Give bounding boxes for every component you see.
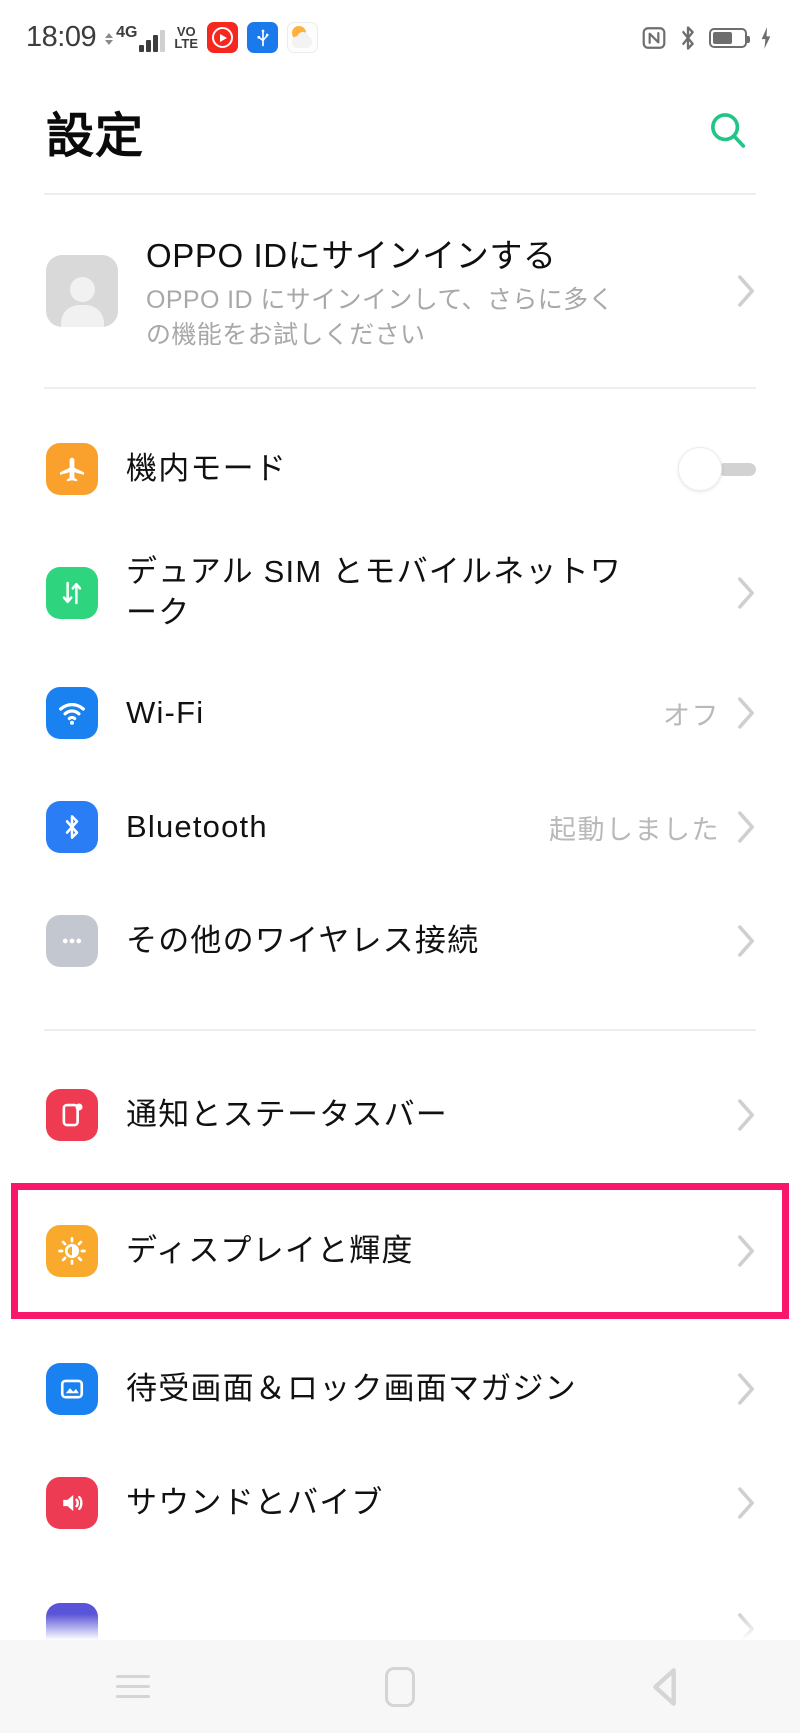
- settings-row-wallpaper-lockscreen[interactable]: 待受画面＆ロック画面マガジン: [0, 1337, 800, 1441]
- notification-icon: [46, 1089, 98, 1141]
- chevron-right-icon: [738, 1487, 754, 1519]
- home-button[interactable]: [340, 1657, 460, 1717]
- avatar: [46, 255, 118, 327]
- account-title: OPPO IDにサインインする: [146, 236, 557, 274]
- network-type-label: 4G: [116, 23, 138, 41]
- youtube-icon: [207, 22, 239, 53]
- toggle-track: [718, 462, 756, 476]
- account-text-block: OPPO IDにサインインする OPPO ID にサインインして、さらに多くの機…: [146, 229, 718, 354]
- settings-row-label: デュアル SIM とモバイルネットワーク: [126, 554, 623, 630]
- signal-updown-icon: [105, 26, 114, 52]
- more-dots-icon: [46, 915, 98, 967]
- charging-bolt-icon: [761, 26, 771, 49]
- airplane-mode-toggle[interactable]: [678, 447, 756, 491]
- sound-icon: [46, 1477, 98, 1529]
- recents-button[interactable]: [73, 1657, 193, 1717]
- battery-icon: [709, 27, 750, 48]
- nfc-icon: [642, 26, 666, 49]
- chevron-right-icon: [738, 1099, 754, 1131]
- recents-icon: [116, 1675, 151, 1698]
- chevron-right-icon: [738, 275, 754, 307]
- arrow-up-icon: [105, 32, 114, 38]
- navigation-bar: [0, 1640, 800, 1733]
- search-icon: [711, 113, 746, 148]
- chevron-right-icon: [738, 1373, 754, 1405]
- status-bar-right: [641, 24, 774, 52]
- chevron-right-icon: [738, 577, 754, 609]
- bluetooth-icon: [682, 25, 694, 50]
- settings-screen: 18:09 4G VO LTE 設定 OPPO IDにサインインする OPPO …: [0, 0, 800, 1733]
- settings-row-wifi[interactable]: Wi-Fi オフ: [0, 661, 800, 765]
- settings-row-notifications[interactable]: 通知とステータスバー: [0, 1063, 800, 1167]
- oppo-id-row[interactable]: OPPO IDにサインインする OPPO ID にサインインして、さらに多くの機…: [0, 221, 800, 361]
- chevron-right-icon: [738, 1235, 754, 1267]
- settings-row-label: 通知とステータスバー: [126, 1096, 448, 1132]
- home-icon: [384, 1666, 415, 1707]
- data-transfer-icon: [46, 567, 98, 619]
- settings-row-label: 機内モード: [126, 450, 287, 486]
- settings-row-bluetooth[interactable]: Bluetooth 起動しました: [0, 775, 800, 879]
- weather-icon: [287, 22, 319, 53]
- signal-bars-icon: [139, 29, 166, 52]
- settings-row-value: 起動しました: [549, 814, 720, 845]
- status-bar: 18:09 4G VO LTE: [0, 0, 800, 75]
- status-bar-clock: 18:09: [26, 21, 97, 53]
- chevron-right-icon: [738, 925, 754, 957]
- search-button[interactable]: [700, 103, 756, 159]
- toggle-knob: [678, 447, 722, 491]
- wifi-icon: [46, 687, 98, 739]
- page-title: 設定: [46, 110, 145, 163]
- settings-row-other-wireless[interactable]: その他のワイヤレス接続: [0, 889, 800, 993]
- volte-line2: LTE: [174, 35, 199, 51]
- settings-row-label: Bluetooth: [126, 808, 268, 844]
- wallpaper-icon: [46, 1363, 98, 1415]
- settings-row-airplane-mode[interactable]: 機内モード: [0, 417, 800, 521]
- chevron-right-icon: [738, 811, 754, 843]
- settings-row-label: その他のワイヤレス接続: [126, 922, 480, 958]
- settings-row-dual-sim[interactable]: デュアル SIM とモバイルネットワーク: [0, 535, 800, 651]
- airplane-icon: [46, 443, 98, 495]
- bottom-fade: [0, 1614, 800, 1640]
- brightness-icon: [46, 1225, 98, 1277]
- back-button[interactable]: [607, 1657, 727, 1717]
- volte-icon: VO LTE: [174, 25, 199, 51]
- back-icon: [652, 1667, 676, 1706]
- page-header: 設定: [0, 75, 800, 187]
- status-bar-left: 18:09 4G VO LTE: [26, 21, 319, 54]
- settings-row-label: Wi-Fi: [126, 694, 205, 730]
- arrow-down-icon: [105, 39, 114, 45]
- bluetooth-icon: [46, 801, 98, 853]
- usb-icon: [247, 22, 279, 53]
- settings-row-label: サウンドとバイブ: [126, 1484, 384, 1520]
- chevron-right-icon: [738, 697, 754, 729]
- settings-row-value: オフ: [663, 700, 720, 731]
- signal-strength-icon: 4G: [105, 23, 166, 52]
- account-subtitle: OPPO ID にサインインして、さらに多くの機能をお試しください: [146, 285, 614, 350]
- settings-row-display-brightness[interactable]: ディスプレイと輝度: [0, 1187, 800, 1315]
- settings-row-label: ディスプレイと輝度: [126, 1232, 414, 1268]
- settings-row-sound-vibration[interactable]: サウンドとバイブ: [0, 1451, 800, 1555]
- settings-row-label: 待受画面＆ロック画面マガジン: [126, 1370, 577, 1406]
